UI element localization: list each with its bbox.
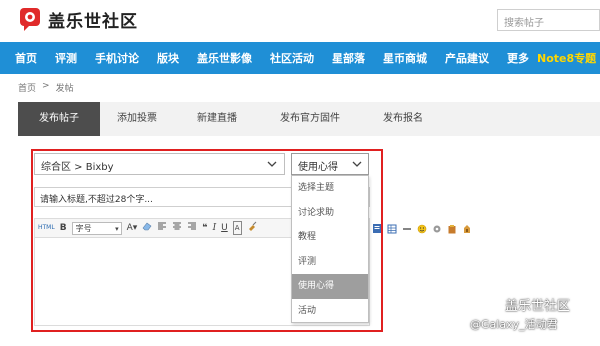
chevron-down-icon (352, 159, 362, 172)
logo-icon (18, 6, 44, 32)
nav-item-reviews[interactable]: 评测 (55, 50, 77, 66)
dropdown-option[interactable]: 选择主题 (292, 176, 368, 201)
nav-item-note8[interactable]: Note8专题 (537, 50, 596, 66)
font-size-select[interactable]: 字号 ▾ (71, 221, 122, 235)
logo[interactable]: 盖乐世社区 (18, 6, 138, 32)
caret-down-icon: ▾ (115, 224, 119, 233)
nav-item-product-suggestions[interactable]: 产品建议 (445, 50, 489, 66)
tab-publish-signup[interactable]: 发布报名 (360, 102, 446, 136)
italic-button[interactable]: I (213, 222, 217, 234)
header: 盖乐世社区 搜索帖子 (0, 0, 600, 42)
emoji-icon[interactable] (417, 219, 427, 238)
align-right-icon[interactable] (187, 221, 197, 235)
topic-type-dropdown: 选择主题 讨论求助 教程 评测 使用心得 活动 (291, 175, 369, 323)
editor-toolbar-extra (372, 220, 472, 236)
post-type-tabs: 发布帖子 添加投票 新建直播 发布官方固件 发布报名 (18, 102, 600, 136)
bold-button[interactable]: B (60, 222, 67, 234)
dropdown-option[interactable]: 讨论求助 (292, 201, 368, 226)
nav-item-star-mall[interactable]: 星币商城 (383, 50, 427, 66)
tab-add-poll[interactable]: 添加投票 (100, 102, 174, 136)
font-size-label: 字号 (75, 223, 92, 233)
clipboard-icon[interactable] (447, 219, 457, 238)
topic-type-select[interactable]: 使用心得 (291, 153, 369, 175)
gear-icon[interactable] (432, 219, 442, 238)
watermark-title: 盖乐世社区 (505, 299, 571, 314)
nav-item-phone-discussion[interactable]: 手机讨论 (95, 50, 139, 66)
format-brush-icon[interactable] (247, 221, 257, 235)
image-icon[interactable] (372, 219, 382, 238)
nav-item-forums[interactable]: 版块 (157, 50, 179, 66)
nav-item-more[interactable]: 更多 (507, 50, 529, 66)
html-mode-button[interactable]: HTML (38, 222, 55, 234)
main-nav: 首页 评测 手机讨论 版块 盖乐世影像 社区活动 星部落 星币商城 产品建议 更… (0, 42, 600, 74)
breadcrumb-separator: > (42, 81, 50, 91)
tab-post-thread[interactable]: 发布帖子 (18, 102, 100, 136)
chevron-down-icon (267, 159, 277, 172)
forum-select-value: 综合区 > Bixby (41, 162, 114, 173)
dropdown-option[interactable]: 评测 (292, 250, 368, 275)
nav-item-star-tribe[interactable]: 星部落 (332, 50, 365, 66)
table-icon[interactable] (387, 219, 397, 238)
underline-button[interactable]: U (221, 222, 228, 234)
search-input[interactable]: 搜索帖子 (497, 9, 600, 31)
forum-select[interactable]: 综合区 > Bixby (34, 153, 285, 175)
eraser-icon[interactable] (142, 221, 152, 235)
attachment-icon[interactable] (462, 219, 472, 238)
tab-new-live[interactable]: 新建直播 (174, 102, 260, 136)
font-color-button[interactable]: A▾ (127, 222, 138, 234)
text-color-button[interactable]: A (232, 221, 242, 235)
breadcrumb-home[interactable]: 首页 (18, 81, 36, 94)
watermark-handle: @Galaxy_活动君 (470, 318, 558, 331)
tab-publish-firmware[interactable]: 发布官方固件 (260, 102, 360, 136)
dropdown-option-selected[interactable]: 使用心得 (292, 274, 368, 299)
breadcrumb: 首页 > 发帖 (18, 81, 74, 94)
dropdown-option[interactable]: 活动 (292, 299, 368, 324)
dropdown-option[interactable]: 教程 (292, 225, 368, 250)
breadcrumb-current: 发帖 (55, 84, 74, 94)
nav-item-community-events[interactable]: 社区活动 (270, 50, 314, 66)
quote-button[interactable]: ❝ (202, 222, 207, 234)
logo-text: 盖乐世社区 (48, 11, 138, 32)
nav-item-home[interactable]: 首页 (15, 50, 37, 66)
align-center-icon[interactable] (172, 221, 182, 235)
horizontal-rule-icon[interactable] (402, 219, 412, 238)
align-left-icon[interactable] (157, 221, 167, 235)
topic-type-select-value: 使用心得 (298, 162, 338, 173)
nav-item-galaxy-photo[interactable]: 盖乐世影像 (197, 50, 252, 66)
